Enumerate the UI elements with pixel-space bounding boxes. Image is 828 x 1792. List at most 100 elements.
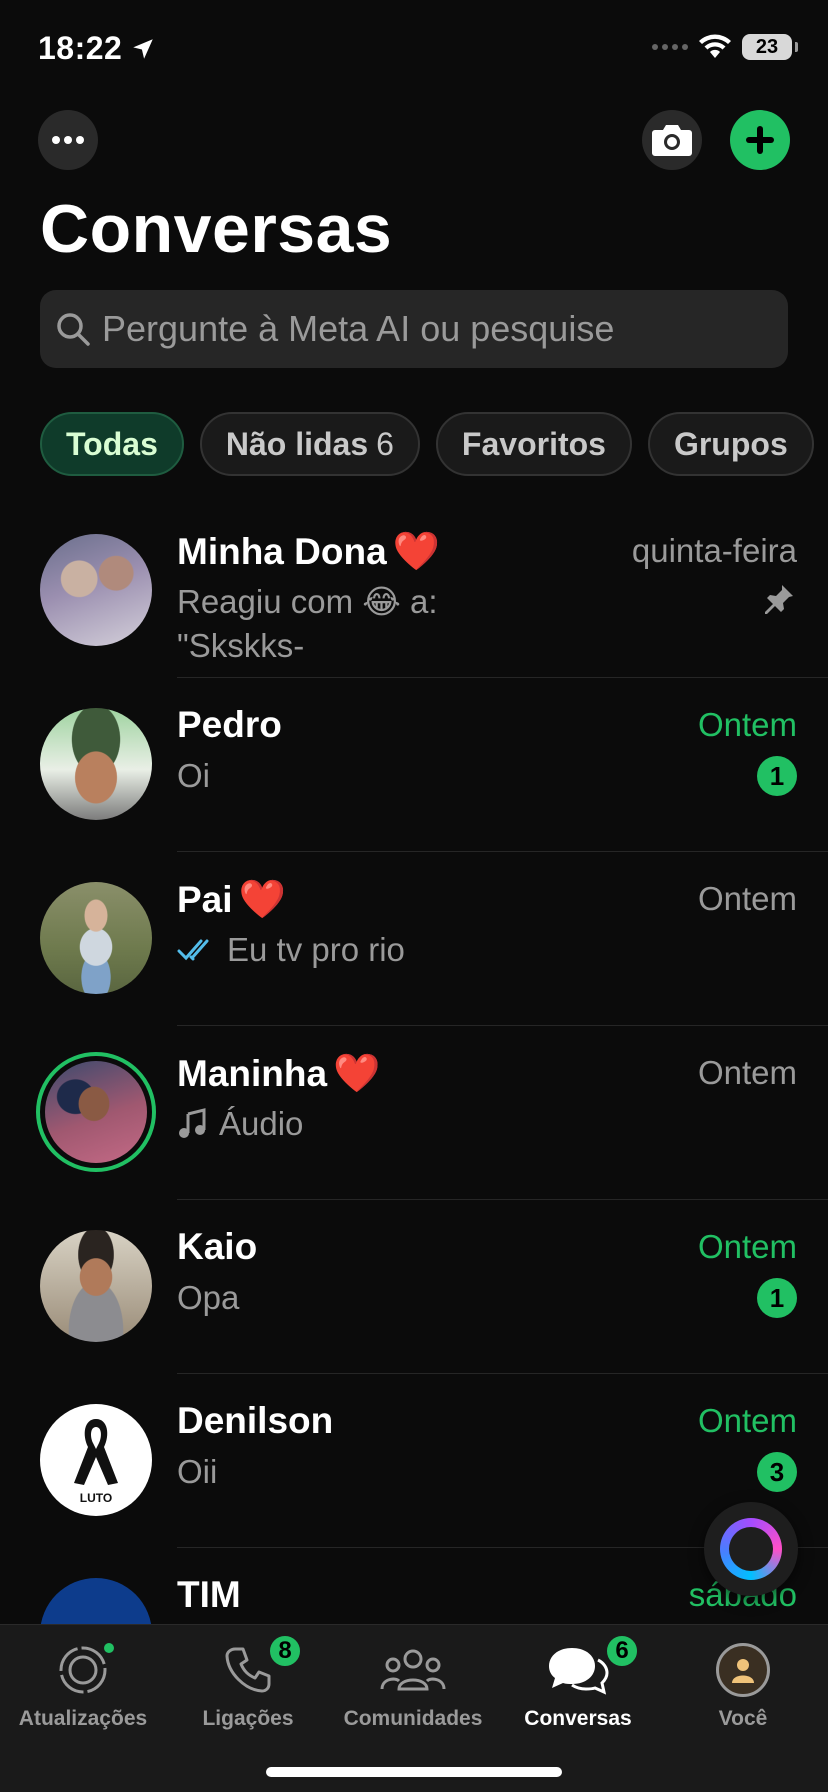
avatar[interactable] (40, 708, 152, 820)
search-input[interactable]: Pergunte à Meta AI ou pesquise (40, 290, 788, 368)
preview-text: Eu tv pro rio (227, 931, 405, 968)
avatar[interactable] (40, 1230, 152, 1342)
plus-icon (746, 126, 774, 154)
status-indicators: 23 (652, 34, 798, 60)
location-arrow-icon (133, 38, 154, 59)
tab-icon-wrap: 6 (546, 1633, 640, 1701)
tab-icon-wrap (379, 1639, 447, 1701)
tab-label: Conversas (524, 1707, 632, 1730)
battery-indicator: 23 (742, 34, 798, 60)
tab-communities[interactable]: Comunidades (328, 1639, 498, 1731)
chat-preview: Áudio (177, 1102, 597, 1146)
mourning-ribbon-icon (74, 1419, 118, 1485)
chat-name: Minha Dona ❤️ (177, 530, 440, 574)
signal-dots-icon (652, 44, 688, 50)
chats-icon (549, 1648, 609, 1695)
unread-badge: 3 (757, 1452, 797, 1492)
chat-row[interactable]: Pedro Oi Ontem 1 (0, 678, 828, 852)
chat-date: Ontem (697, 1228, 797, 1265)
chat-name: Pedro (177, 704, 282, 746)
clock: 18:22 (38, 30, 156, 67)
filter-all[interactable]: Todas (40, 412, 184, 476)
heart-emoji: ❤️ (392, 531, 440, 573)
search-placeholder: Pergunte à Meta AI ou pesquise (102, 308, 615, 349)
chat-name-text: Maninha (177, 1053, 328, 1094)
preview-text: Áudio (219, 1105, 304, 1142)
tab-label: Ligações (202, 1707, 294, 1730)
preview-text: Opa (177, 1279, 240, 1316)
preview-line-1: Reagiu com 😂 a: (177, 583, 438, 620)
chat-name: TIM (177, 1574, 241, 1616)
music-note-icon (179, 1108, 206, 1138)
chat-name-text: Pai (177, 879, 233, 920)
chat-name-text: Pedro (177, 704, 282, 745)
unread-badge: 1 (757, 1278, 797, 1318)
tab-label: Atualizações (18, 1707, 148, 1730)
heart-emoji: ❤️ (238, 879, 286, 921)
avatar-with-status[interactable] (36, 1052, 156, 1172)
avatar-image (45, 1061, 147, 1163)
chat-date: Ontem (697, 1054, 797, 1091)
filter-label: Favoritos (461, 425, 606, 462)
chat-row[interactable]: Minha Dona ❤️ Reagiu com 😂 a: "Skskks- qu… (0, 504, 828, 678)
tab-updates[interactable]: Atualizações (0, 1639, 168, 1731)
meta-ai-button[interactable] (704, 1502, 798, 1596)
tab-you[interactable]: Você (658, 1639, 828, 1731)
chat-name: Kaio (177, 1226, 257, 1268)
unread-badge: 1 (757, 756, 797, 796)
chat-preview: Reagiu com 😂 a: "Skskks- (177, 580, 597, 668)
filter-unread[interactable]: Não lidas 6 (199, 412, 420, 476)
battery-level: 23 (755, 35, 779, 58)
filter-label: Não lidas (225, 425, 369, 462)
tab-label: Comunidades (343, 1707, 483, 1730)
chat-name-text: Kaio (177, 1226, 258, 1267)
chat-preview: Eu tv pro rio (177, 928, 597, 972)
chat-row[interactable]: Maninha ❤️ Áudio Ontem (0, 1026, 828, 1200)
calls-badge: 8 (267, 1633, 303, 1669)
chat-row[interactable]: LUTO Denilson Oii Ontem 3 (0, 1374, 828, 1548)
filter-favorites[interactable]: Favoritos (435, 412, 632, 476)
avatar[interactable] (40, 534, 152, 646)
tab-icon-wrap (716, 1639, 770, 1701)
filter-label: Grupos (673, 425, 788, 462)
clock-time: 18:22 (38, 30, 123, 66)
more-icon (52, 136, 84, 144)
chat-date: Ontem (697, 880, 797, 917)
chat-date: Ontem (697, 1402, 797, 1439)
status-bar: 18:22 23 (0, 0, 828, 100)
avatar[interactable]: LUTO (40, 1404, 152, 1516)
phone-icon (225, 1647, 271, 1693)
avatar[interactable] (40, 882, 152, 994)
profile-icon (716, 1643, 770, 1697)
updates-dot (102, 1641, 116, 1655)
chat-date: quinta-feira (631, 532, 797, 569)
new-chat-button[interactable] (730, 110, 790, 170)
tab-label: Você (718, 1707, 768, 1730)
tab-chats[interactable]: 6 Conversas (493, 1633, 663, 1731)
preview-text: Oi (177, 757, 210, 794)
wifi-icon (699, 34, 731, 58)
tab-bar: Atualizações 8 Ligações Comunidades 6 Co… (0, 1624, 828, 1792)
chat-name-text: Denilson (177, 1400, 334, 1441)
tab-calls[interactable]: 8 Ligações (163, 1633, 333, 1731)
chat-preview: Oii (177, 1450, 597, 1494)
filter-chips: Todas Não lidas 6 Favoritos Grupos (40, 412, 814, 476)
chat-date: Ontem (697, 706, 797, 743)
filter-label: Todas (66, 425, 158, 462)
preview-text: Oii (177, 1453, 218, 1490)
more-options-button[interactable] (38, 110, 98, 170)
chats-badge: 6 (604, 1633, 640, 1669)
filter-groups[interactable]: Grupos (647, 412, 814, 476)
preview-line-2: "Skskks- (177, 627, 305, 664)
page-title: Conversas (40, 191, 393, 267)
camera-icon (652, 125, 692, 156)
home-indicator[interactable] (266, 1767, 562, 1777)
avatar-caption: LUTO (79, 1491, 113, 1505)
pin-icon (765, 585, 793, 614)
search-icon (57, 313, 90, 346)
meta-ai-icon (720, 1518, 782, 1580)
camera-button[interactable] (642, 110, 702, 170)
chat-row[interactable]: Pai ❤️ Eu tv pro rio Ontem (0, 852, 828, 1026)
filter-count: 6 (376, 425, 394, 462)
chat-row[interactable]: Kaio Opa Ontem 1 (0, 1200, 828, 1374)
